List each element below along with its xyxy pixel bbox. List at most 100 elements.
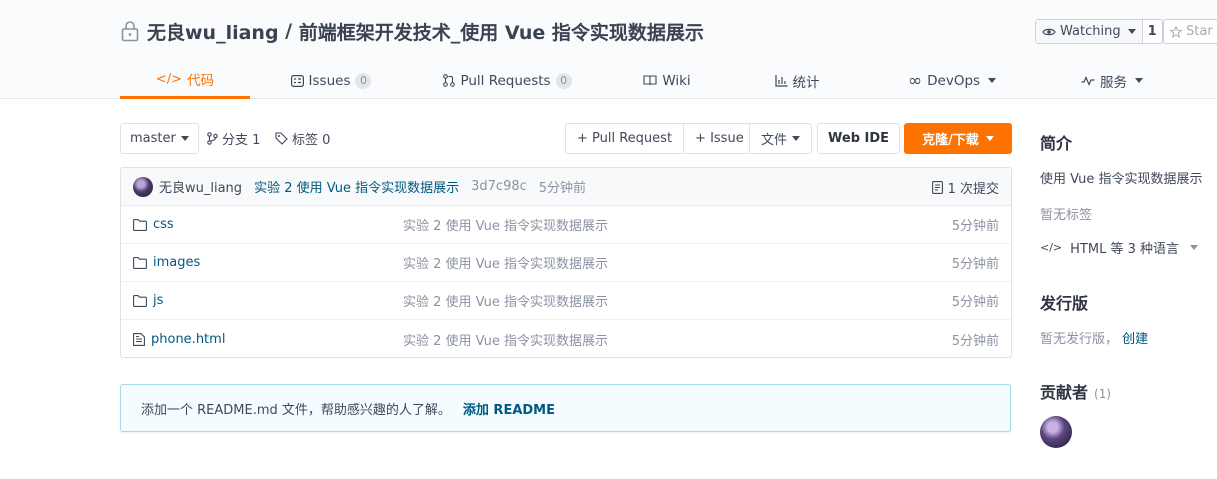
tab-devops[interactable]: ∞ DevOps [907,62,997,99]
file-time: 5分钟前 [951,219,999,234]
repo-title: 无良wu_liang / 前端框架开发技术_使用 Vue 指令实现数据展示 [120,17,704,45]
readme-notice: 添加一个 README.md 文件，帮助感兴趣的人了解。 添加 README [120,384,1011,432]
repo-tabs: </> 代码 Issues 0 Pull Requests 0 Wiki 统计 … [120,62,1217,99]
branches-link[interactable]: 分支 1 [207,123,260,154]
chevron-down-icon [792,136,801,141]
file-commit-message[interactable]: 实验 2 使用 Vue 指令实现数据展示 [403,330,608,349]
tab-label: 代码 [187,73,215,89]
readme-notice-text: 添加一个 README.md 文件，帮助感兴趣的人了解。 [141,402,451,418]
latest-commit-row: 无良wu_liang 实验 2 使用 Vue 指令实现数据展示 3d7c98c … [121,168,1011,206]
web-ide-label: Web IDE [828,131,890,146]
file-name-link[interactable]: phone.html [133,332,225,347]
tab-issues[interactable]: Issues 0 [290,62,372,99]
commit-count-link[interactable]: 1 次提交 [931,168,999,206]
eye-icon [1042,27,1056,37]
repo-name-link[interactable]: 前端框架开发技术_使用 Vue 指令实现数据展示 [299,18,704,45]
issues-count-badge: 0 [355,72,372,89]
author-avatar[interactable] [133,176,153,197]
web-ide-button[interactable]: Web IDE [817,123,901,154]
file-name-link[interactable]: js [133,293,163,308]
tab-stats[interactable]: 统计 [772,62,822,99]
file-commit-message[interactable]: 实验 2 使用 Vue 指令实现数据展示 [403,291,608,310]
branch-icon [207,132,218,145]
commit-time: 5分钟前 [538,181,587,196]
create-release-link[interactable]: 创建 [1122,332,1148,347]
tab-label: 服务 [1100,74,1127,91]
file-commit-message[interactable]: 实验 2 使用 Vue 指令实现数据展示 [403,253,608,272]
file-name-link[interactable]: css [133,217,174,232]
file-commit-message[interactable]: 实验 2 使用 Vue 指令实现数据展示 [403,215,608,234]
tab-pull-requests[interactable]: Pull Requests 0 [443,62,572,99]
chevron-down-icon [1127,29,1136,34]
file-icon [133,332,145,346]
file-list: 无良wu_liang 实验 2 使用 Vue 指令实现数据展示 3d7c98c … [120,167,1012,358]
branch-select[interactable]: master [120,123,199,154]
watch-label-wrap[interactable]: Watching [1036,20,1143,43]
code-icon: </> [155,71,183,87]
file-time: 5分钟前 [951,333,999,349]
lock-icon [120,20,140,42]
chevron-down-icon [1189,245,1198,250]
watch-label: Watching [1060,24,1121,39]
file-name: js [153,293,164,308]
file-name: css [153,217,174,232]
folder-icon [133,294,147,307]
tab-service[interactable]: 服务 [1078,62,1146,99]
release-info: 暂无发行版， 创建 [1040,328,1148,347]
folder-icon [133,218,147,231]
file-menu-button[interactable]: 文件 [749,123,813,154]
file-menu-label: 文件 [761,133,788,148]
file-name-link[interactable]: images [133,255,200,270]
file-row[interactable]: images 实验 2 使用 Vue 指令实现数据展示 5分钟前 [121,244,1011,282]
file-time: 5分钟前 [951,295,999,310]
tab-label: Issues [308,72,351,89]
watch-count[interactable]: 1 [1143,20,1162,43]
contributors-heading: 贡献者 (1) [1040,379,1111,403]
branch-name: master [130,131,176,146]
repo-owner-link[interactable]: 无良wu_liang [147,18,279,45]
tag-icon [275,132,288,145]
star-button[interactable]: Star [1163,19,1217,44]
add-readme-link[interactable]: 添加 README [463,399,555,418]
clone-download-button[interactable]: 克隆/下载 [904,123,1012,154]
folder-icon [133,256,147,269]
commit-message-link[interactable]: 实验 2 使用 Vue 指令实现数据展示 [254,177,459,196]
file-row[interactable]: js 实验 2 使用 Vue 指令实现数据展示 5分钟前 [121,282,1011,320]
file-name: phone.html [151,331,226,347]
service-icon [1081,75,1095,86]
file-name: images [153,255,201,270]
chevron-down-icon [180,136,189,141]
commit-count-label: 1 次提交 [947,181,999,197]
file-row[interactable]: phone.html 实验 2 使用 Vue 指令实现数据展示 5分钟前 [121,320,1011,358]
contributors-title: 贡献者 [1040,383,1089,402]
tab-label: DevOps [927,72,981,89]
chevron-down-icon [1135,78,1143,83]
stats-icon [774,74,788,87]
file-row[interactable]: css 实验 2 使用 Vue 指令实现数据展示 5分钟前 [121,206,1011,244]
new-pull-request-button[interactable]: + Pull Request [566,124,683,153]
new-issue-button[interactable]: + Issue [683,124,755,153]
star-icon [1170,25,1182,38]
tab-label: 统计 [792,74,820,91]
tab-code[interactable]: </> 代码 [120,62,250,99]
commit-sha[interactable]: 3d7c98c [471,179,527,194]
branches-label: 分支 1 [222,133,261,148]
tab-wiki[interactable]: Wiki [642,62,692,99]
no-release-text: 暂无发行版， [1040,332,1119,347]
chevron-down-icon [988,78,997,83]
commit-author[interactable]: 无良wu_liang [159,177,242,196]
devops-icon: ∞ [907,70,923,91]
tab-label: Pull Requests [460,72,551,89]
tab-label: Wiki [662,72,691,89]
create-button-group: + Pull Request + Issue [565,123,756,154]
repo-description: 使用 Vue 指令实现数据展示 [1040,172,1203,187]
contributor-avatar[interactable] [1040,416,1072,448]
tags-link[interactable]: 标签 0 [275,123,330,154]
file-time: 5分钟前 [951,257,999,272]
release-heading: 发行版 [1040,294,1089,313]
pull-request-icon [443,74,456,87]
intro-heading: 简介 [1040,134,1073,153]
languages-dropdown[interactable]: </> HTML 等 3 种语言 [1040,238,1198,257]
watch-button[interactable]: Watching 1 [1035,19,1163,44]
issues-icon [290,74,304,87]
